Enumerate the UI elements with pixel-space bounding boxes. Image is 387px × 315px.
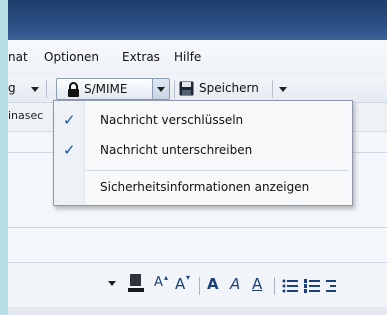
menu-bar: nat Optionen Extras Hilfe xyxy=(8,40,387,76)
numbered-list-icon[interactable] xyxy=(304,279,320,293)
save-dropdown-arrow[interactable] xyxy=(276,82,290,96)
chevron-down-icon xyxy=(279,87,287,92)
menu-item-sign[interactable]: ✓ Nachricht unterschreiben xyxy=(54,137,352,165)
text-color-icon[interactable] xyxy=(128,273,144,293)
status-strip xyxy=(8,307,387,315)
smime-dropdown-arrow[interactable] xyxy=(153,79,169,99)
toolbar-separator xyxy=(174,80,175,98)
toolbar-fragment-arrow[interactable] xyxy=(28,82,42,96)
checkmark-icon: ✓ xyxy=(63,111,76,129)
menu-format[interactable]: nat xyxy=(8,50,28,64)
shrink-font-arrow-icon: ▾ xyxy=(186,273,191,282)
menu-item-security-info[interactable]: Sicherheitsinformationen anzeigen xyxy=(54,174,352,202)
bold-button[interactable]: A xyxy=(207,275,219,293)
grow-font-arrow-icon: ▴ xyxy=(164,273,169,282)
smime-button[interactable]: S/MIME xyxy=(56,78,170,100)
smime-dropdown-menu: ✓ Nachricht verschlüsseln ✓ Nachricht un… xyxy=(53,100,353,206)
title-bar xyxy=(8,0,387,40)
menu-extras[interactable]: Extras xyxy=(122,50,160,64)
field-label-fragment: inasec xyxy=(8,109,44,122)
menu-item-label: Sicherheitsinformationen anzeigen xyxy=(100,180,310,194)
toolbar-separator xyxy=(46,80,47,98)
toolbar-button-fragment[interactable]: g xyxy=(8,81,16,95)
shrink-font-button[interactable]: A xyxy=(175,275,185,293)
chevron-down-icon xyxy=(157,87,165,92)
save-button[interactable]: Speichern xyxy=(199,81,259,95)
underline-button[interactable]: A xyxy=(252,275,262,293)
menu-item-label: Nachricht verschlüsseln xyxy=(100,113,244,127)
compose-window: nat Optionen Extras Hilfe g S/MIME Speic… xyxy=(8,0,387,315)
formatting-toolbar: A ▴ A ▾ A A A xyxy=(8,262,387,308)
toolbar-separator xyxy=(272,80,273,98)
chevron-down-icon xyxy=(31,87,39,92)
menu-optionen[interactable]: Optionen xyxy=(44,50,99,64)
lock-icon xyxy=(68,82,79,97)
checkmark-icon: ✓ xyxy=(63,141,76,159)
font-size-dropdown-arrow[interactable] xyxy=(106,277,118,289)
bullet-list-icon[interactable] xyxy=(282,279,298,293)
chevron-down-icon xyxy=(108,281,116,286)
indent-icon[interactable] xyxy=(326,279,336,293)
grow-font-button[interactable]: A xyxy=(154,275,163,290)
menu-hilfe[interactable]: Hilfe xyxy=(174,50,201,64)
menu-item-encrypt[interactable]: ✓ Nachricht verschlüsseln xyxy=(54,107,352,135)
toolbar: g S/MIME Speichern xyxy=(8,76,387,103)
divider xyxy=(8,227,387,228)
toolbar-separator xyxy=(199,277,200,295)
menu-separator xyxy=(86,170,348,171)
smime-label: S/MIME xyxy=(84,82,128,96)
menu-item-label: Nachricht unterschreiben xyxy=(100,143,253,157)
toolbar-separator xyxy=(274,277,275,295)
italic-button[interactable]: A xyxy=(230,275,240,293)
save-icon xyxy=(179,81,194,96)
